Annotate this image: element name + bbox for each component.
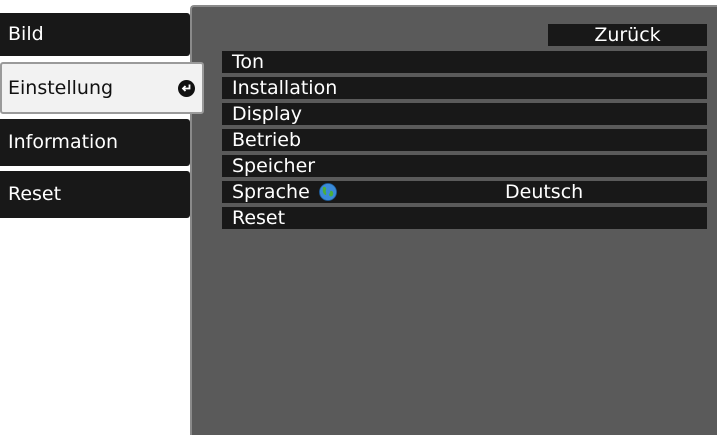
tab-label: Information xyxy=(8,131,118,153)
menu-item-display[interactable]: Display xyxy=(222,103,707,125)
globe-icon xyxy=(318,183,337,201)
menu-item-installation[interactable]: Installation xyxy=(222,77,707,99)
projector-settings-menu: Bild Einstellung Information Reset Zurüc… xyxy=(0,0,717,435)
tab-label: Bild xyxy=(8,23,44,45)
tab-reset[interactable]: Reset xyxy=(0,171,190,218)
menu-item-label: Sprache xyxy=(232,181,310,203)
menu-item-sprache[interactable]: Sprache Deutsch xyxy=(222,181,707,203)
tab-label: Einstellung xyxy=(8,76,114,99)
back-label: Zurück xyxy=(594,24,661,46)
back-button[interactable]: Zurück xyxy=(548,24,707,46)
menu-item-betrieb[interactable]: Betrieb xyxy=(222,129,707,151)
tab-information[interactable]: Information xyxy=(0,119,190,166)
menu-item-label: Betrieb xyxy=(232,129,302,151)
menu-item-label: Reset xyxy=(232,207,286,229)
menu-item-ton[interactable]: Ton xyxy=(222,51,707,73)
language-value: Deutsch xyxy=(505,181,584,203)
menu-item-label: Speicher xyxy=(232,155,316,177)
tab-bild[interactable]: Bild xyxy=(0,13,190,56)
menu-item-speicher[interactable]: Speicher xyxy=(222,155,707,177)
menu-item-label: Ton xyxy=(232,51,265,73)
tab-einstellung[interactable]: Einstellung xyxy=(0,62,204,114)
menu-item-reset[interactable]: Reset xyxy=(222,207,707,229)
menu-item-label: Installation xyxy=(232,77,338,99)
tab-label: Reset xyxy=(8,183,62,205)
menu-item-label: Display xyxy=(232,103,303,125)
enter-icon xyxy=(178,79,195,97)
